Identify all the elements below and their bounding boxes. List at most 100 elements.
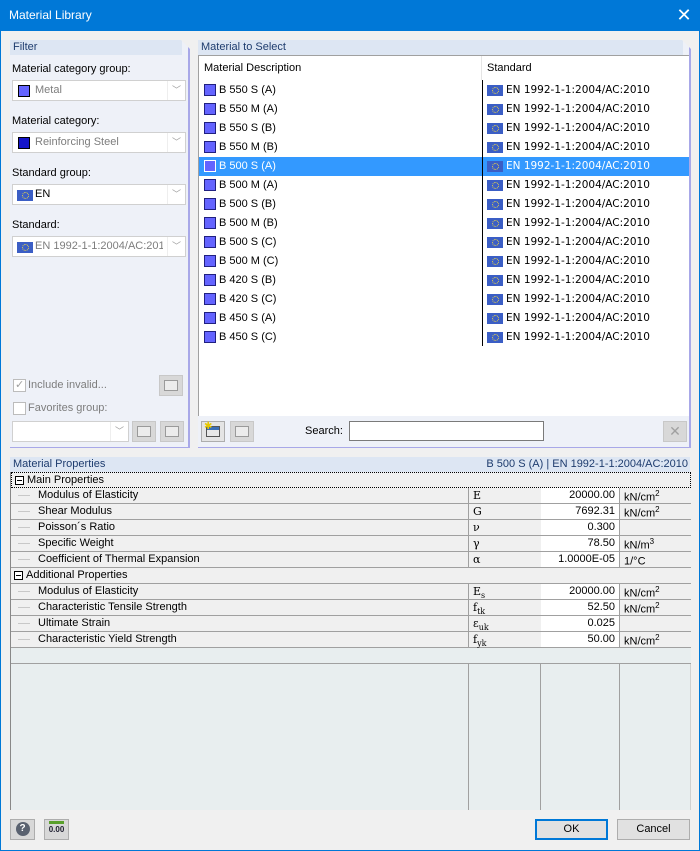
- material-row[interactable]: B 450 S (C) EN 1992-1-1:2004/AC:2010: [199, 328, 689, 347]
- clear-search-button[interactable]: ✕: [663, 421, 687, 442]
- help-button[interactable]: ?: [10, 819, 35, 840]
- property-row[interactable]: Characteristic Yield Strength fyk 50.00 kN/…: [11, 632, 691, 648]
- material-row[interactable]: B 550 S (B) EN 1992-1-1:2004/AC:2010: [199, 119, 689, 138]
- material-color-icon: [204, 103, 216, 115]
- material-description: B 500 M (B): [219, 217, 278, 229]
- property-value[interactable]: 52.50: [541, 600, 619, 615]
- ok-button[interactable]: OK: [535, 819, 608, 840]
- cell-separator: [619, 600, 620, 616]
- close-icon[interactable]: ✕: [673, 4, 695, 26]
- property-row[interactable]: Ultimate Strain εuk 0.025: [11, 616, 691, 632]
- unit-main: kN/cm: [624, 587, 656, 600]
- material-row[interactable]: B 500 M (A) EN 1992-1-1:2004/AC:2010: [199, 176, 689, 195]
- property-value[interactable]: 0.025: [541, 616, 619, 631]
- property-value[interactable]: 20000.00: [541, 488, 619, 503]
- new-material-button[interactable]: ✱: [201, 421, 225, 442]
- collapse-icon[interactable]: [14, 571, 23, 580]
- property-row[interactable]: Coefficient of Thermal Expansion α 1.0000E…: [11, 552, 691, 568]
- property-unit: kN/cm2: [624, 633, 660, 648]
- material-row[interactable]: B 420 S (B) EN 1992-1-1:2004/AC:2010: [199, 271, 689, 290]
- units-button[interactable]: 0.00: [44, 819, 69, 840]
- unit-main: kN/cm: [624, 507, 656, 520]
- filter-settings-button[interactable]: [159, 375, 183, 396]
- material-row[interactable]: B 550 M (B) EN 1992-1-1:2004/AC:2010: [199, 138, 689, 157]
- property-value[interactable]: 78.50: [541, 536, 619, 551]
- cell-separator: [468, 536, 469, 552]
- property-name: Ultimate Strain: [38, 617, 111, 629]
- clear-filter-icon: ✕: [669, 423, 681, 439]
- property-symbol: E: [473, 489, 481, 504]
- column-header-standard[interactable]: Standard: [487, 62, 532, 74]
- new-favorites-button[interactable]: [132, 421, 156, 442]
- material-row[interactable]: B 500 S (A) EN 1992-1-1:2004/AC:2010: [199, 157, 689, 176]
- standard-select[interactable]: EN 1992-1-1:2004/AC:201 ﹀: [12, 236, 186, 257]
- category-select[interactable]: Reinforcing Steel ﹀: [12, 132, 186, 153]
- units-decimal-icon: 0.00: [48, 821, 65, 836]
- property-row[interactable]: Modulus of Elasticity Es 20000.00 kN/cm2: [11, 584, 691, 600]
- favorites-select[interactable]: ﹀: [12, 421, 129, 442]
- property-value[interactable]: 20000.00: [541, 584, 619, 599]
- material-row[interactable]: B 500 S (B) EN 1992-1-1:2004/AC:2010: [199, 195, 689, 214]
- material-color-icon: [204, 160, 216, 172]
- edit-favorites-button[interactable]: [160, 421, 184, 442]
- column-header-description[interactable]: Material Description: [204, 62, 301, 74]
- eu-flag-icon: [487, 123, 503, 134]
- material-row[interactable]: B 420 S (C) EN 1992-1-1:2004/AC:2010: [199, 290, 689, 309]
- unit-main: kN/cm: [624, 603, 656, 616]
- tree-line: [18, 543, 30, 544]
- material-list[interactable]: Material Description Standard B 550 S (A…: [198, 55, 689, 416]
- property-row[interactable]: Specific Weight γ 78.50 kN/m3: [11, 536, 691, 552]
- material-standard: EN 1992-1-1:2004/AC:2010: [506, 312, 650, 324]
- unit-exponent: 2: [655, 585, 660, 594]
- eu-flag-icon: [487, 294, 503, 305]
- favorites-checkbox[interactable]: [13, 402, 26, 415]
- cancel-button[interactable]: Cancel: [617, 819, 690, 840]
- property-row[interactable]: Poisson´s Ratio ν 0.300: [11, 520, 691, 536]
- new-folder-icon: [137, 426, 151, 437]
- property-row[interactable]: Modulus of Elasticity E 20000.00 kN/cm2: [11, 488, 691, 504]
- chevron-down-icon[interactable]: ﹀: [167, 133, 185, 152]
- category-group-select[interactable]: Metal ﹀: [12, 80, 186, 101]
- chevron-down-icon[interactable]: ﹀: [167, 81, 185, 100]
- standard-label: Standard:: [12, 219, 60, 231]
- cell-separator: [468, 552, 469, 568]
- material-row[interactable]: B 550 S (A) EN 1992-1-1:2004/AC:2010: [199, 81, 689, 100]
- material-row[interactable]: B 500 M (C) EN 1992-1-1:2004/AC:2010: [199, 252, 689, 271]
- material-row[interactable]: B 450 S (A) EN 1992-1-1:2004/AC:2010: [199, 309, 689, 328]
- material-description: B 500 S (C): [219, 236, 277, 248]
- material-color-icon: [204, 141, 216, 153]
- chevron-down-icon[interactable]: ﹀: [110, 422, 128, 441]
- property-category[interactable]: Main Properties: [11, 472, 691, 488]
- property-symbol: α: [473, 553, 480, 568]
- edit-icon: [165, 426, 179, 437]
- search-input[interactable]: [349, 421, 544, 441]
- panel-corner: [181, 40, 190, 49]
- material-description: B 450 S (A): [219, 312, 276, 324]
- standard-group-select[interactable]: EN ﹀: [12, 184, 186, 205]
- property-value[interactable]: 50.00: [541, 632, 619, 647]
- selection-summary: B 500 S (A) | EN 1992-1-1:2004/AC:2010: [486, 458, 688, 470]
- material-row[interactable]: B 500 M (B) EN 1992-1-1:2004/AC:2010: [199, 214, 689, 233]
- symbol-main: γ: [473, 537, 480, 550]
- property-category[interactable]: Additional Properties: [11, 568, 691, 584]
- chevron-down-icon[interactable]: ﹀: [167, 185, 185, 204]
- material-library-dialog: Material Library ✕ Filter Material categ…: [1, 0, 699, 850]
- column-separator: [481, 56, 482, 80]
- unit-exponent: 2: [655, 601, 660, 610]
- material-standard: EN 1992-1-1:2004/AC:2010: [506, 122, 650, 134]
- settings-icon: [164, 380, 178, 391]
- material-row[interactable]: B 550 M (A) EN 1992-1-1:2004/AC:2010: [199, 100, 689, 119]
- include-invalid-checkbox[interactable]: [13, 378, 26, 392]
- property-row[interactable]: Shear Modulus G 7692.31 kN/cm2: [11, 504, 691, 520]
- property-name: Characteristic Tensile Strength: [38, 601, 187, 613]
- property-name: Specific Weight: [38, 537, 114, 549]
- property-value[interactable]: 7692.31: [541, 504, 619, 519]
- property-value[interactable]: 1.0000E-05: [541, 552, 619, 567]
- property-value[interactable]: 0.300: [541, 520, 619, 535]
- chevron-down-icon[interactable]: ﹀: [167, 237, 185, 256]
- material-description: B 550 S (B): [219, 122, 276, 134]
- collapse-icon[interactable]: [15, 476, 24, 485]
- property-row[interactable]: Characteristic Tensile Strength ftk 52.50 k…: [11, 600, 691, 616]
- edit-material-button[interactable]: [230, 421, 254, 442]
- material-row[interactable]: B 500 S (C) EN 1992-1-1:2004/AC:2010: [199, 233, 689, 252]
